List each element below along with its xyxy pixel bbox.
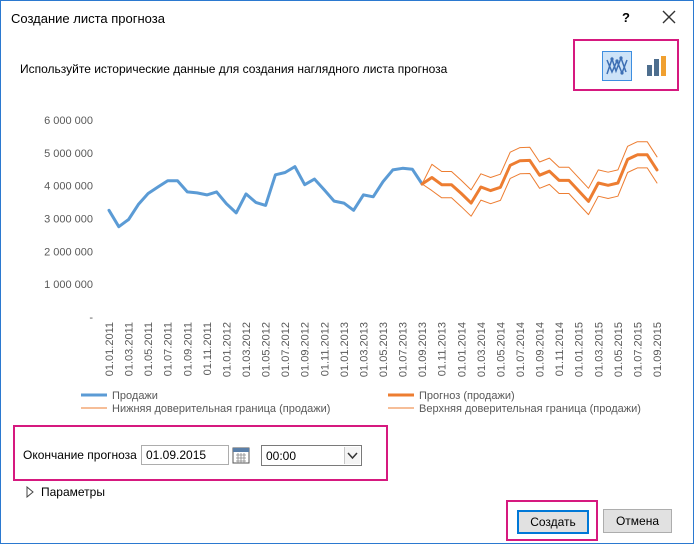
line-chart-icon	[606, 55, 628, 76]
x-tick-label: 01.05.2011	[143, 322, 155, 376]
x-tick-label: 01.01.2015	[574, 322, 586, 377]
x-tick-label: 01.03.2012	[241, 322, 253, 377]
legend-label: Нижняя доверительная граница (продажи)	[112, 403, 330, 415]
series-line-upper-bound	[421, 141, 658, 191]
x-tick-label: 01.09.2014	[535, 322, 547, 377]
create-button-highlight: Создать	[506, 500, 598, 541]
x-tick-label: 01.03.2013	[358, 322, 370, 377]
x-tick-label: 01.01.2013	[339, 322, 351, 377]
time-dropdown-button[interactable]	[344, 447, 360, 464]
x-tick-label: 01.05.2014	[495, 322, 507, 377]
create-button[interactable]: Создать	[517, 510, 589, 534]
forecast-end-label: Окончание прогноза	[23, 448, 137, 462]
forecast-chart: - 1 000 000 2 000 000 3 000 000 4 000 000 5 0…	[44, 115, 664, 415]
calendar-icon	[232, 447, 250, 464]
x-tick-label: 01.01.2011	[104, 322, 116, 376]
x-tick-label: 01.01.2012	[221, 322, 233, 377]
forecast-end-group: Окончание прогноза 00:00	[13, 425, 388, 481]
help-button[interactable]: ?	[613, 5, 639, 31]
x-tick-label: 01.07.2014	[515, 322, 527, 377]
x-tick-label: 01.09.2015	[652, 322, 664, 377]
close-button[interactable]	[655, 5, 683, 31]
x-tick-label: 01.03.2015	[593, 322, 605, 377]
x-tick-label: 01.09.2011	[182, 322, 194, 376]
legend-label: Прогноз (продажи)	[419, 390, 515, 402]
expand-triangle-icon	[26, 486, 34, 498]
dialog-title: Создание листа прогноза	[11, 11, 165, 26]
x-tick-label: 01.11.2011	[202, 322, 214, 375]
x-tick-label: 01.07.2015	[632, 322, 644, 377]
x-tick-label: 01.07.2013	[398, 322, 410, 377]
x-tick-label: 01.03.2011	[124, 322, 136, 376]
time-value: 00:00	[266, 449, 297, 463]
legend-label: Верхняя доверительная граница (продажи)	[419, 403, 641, 415]
x-tick-label: 01.07.2011	[163, 322, 175, 376]
x-tick-label: 01.11.2012	[319, 322, 331, 376]
y-tick-label: 2 000 000	[44, 246, 93, 258]
column-chart-icon	[647, 56, 666, 76]
series-line-sales	[107, 165, 424, 229]
x-tick-label: 01.09.2013	[417, 322, 429, 377]
forecast-end-time-select[interactable]: 00:00	[261, 445, 362, 466]
legend-label: Продажи	[112, 390, 158, 402]
y-tick-label: 3 000 000	[44, 214, 93, 226]
cancel-button[interactable]: Отмена	[603, 509, 672, 533]
column-chart-button[interactable]	[642, 51, 672, 81]
x-tick-label: 01.07.2012	[280, 322, 292, 377]
y-tick-label: 1 000 000	[44, 279, 93, 291]
x-tick-label: 01.05.2013	[378, 322, 390, 377]
x-tick-label: 01.05.2015	[613, 322, 625, 377]
x-tick-label: 01.11.2014	[554, 322, 566, 376]
y-tick-label: 6 000 000	[44, 115, 93, 127]
title-bar[interactable]: Создание листа прогноза ?	[1, 1, 693, 35]
y-tick-label: 5 000 000	[44, 148, 93, 160]
calendar-button[interactable]	[231, 444, 251, 466]
forecast-dialog: Создание листа прогноза ? Используйте ис…	[0, 0, 694, 544]
close-icon	[662, 10, 676, 24]
chevron-down-icon	[347, 452, 358, 460]
x-tick-label: 01.09.2012	[300, 322, 312, 377]
y-tick-label: 4 000 000	[44, 181, 93, 193]
forecast-end-date-input[interactable]	[141, 445, 229, 465]
instruction-text: Используйте исторические данные для созд…	[20, 62, 448, 76]
parameters-label: Параметры	[41, 485, 105, 499]
line-chart-button[interactable]	[602, 51, 632, 81]
chart-type-selector	[573, 39, 679, 91]
x-tick-label: 01.11.2013	[437, 322, 449, 376]
x-tick-label: 01.01.2014	[456, 322, 468, 377]
x-tick-label: 01.03.2014	[476, 322, 488, 377]
y-tick-label: -	[89, 312, 93, 324]
x-tick-label: 01.05.2012	[261, 322, 273, 377]
